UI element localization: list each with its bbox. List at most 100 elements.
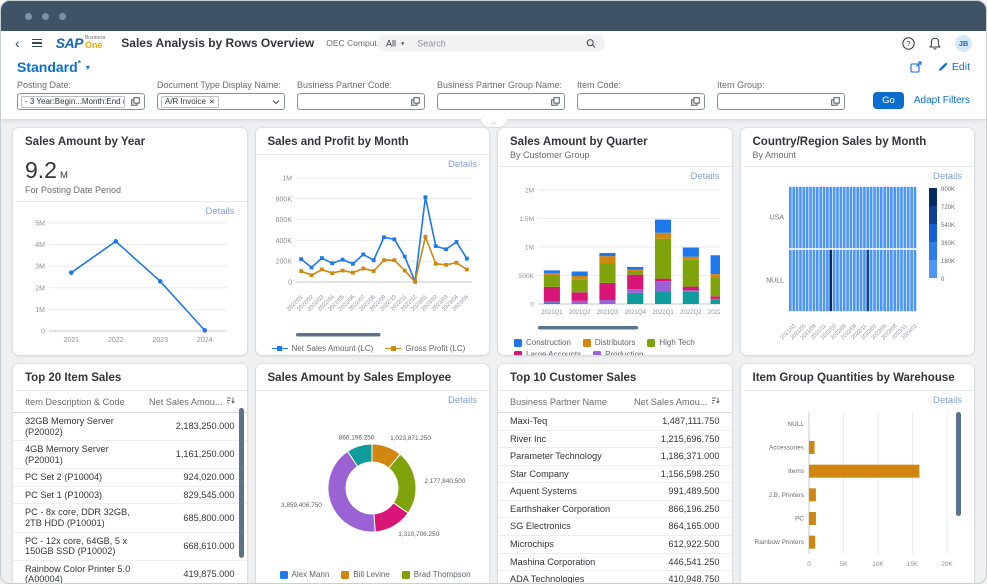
table-row[interactable]: Parameter Technology1,186,371.000 [498, 448, 732, 466]
menu-icon[interactable] [32, 39, 42, 47]
back-icon[interactable]: ‹ [15, 36, 20, 50]
filter-token[interactable]: A/R Invoice✕ [161, 96, 219, 108]
table-row[interactable]: 32GB Memory Server (P20002)2,183,250.000 [13, 413, 247, 441]
search-scope-select[interactable]: All [386, 38, 396, 48]
table-row[interactable]: Aquent Systems991,489.500 [498, 483, 732, 501]
filter-label: Business Partner Group Name: [437, 80, 565, 90]
line-marker-icon [272, 345, 288, 353]
table-row[interactable]: PC Set 1 (P10003)829,545.000 [13, 487, 247, 505]
table-row[interactable]: Maxi-Teq1,487,111.750 [498, 413, 732, 431]
legend-item[interactable]: Production [593, 350, 643, 355]
filter-label: Document Type Display Name: [157, 80, 285, 90]
help-icon[interactable]: ? [902, 37, 915, 50]
table-row[interactable]: Earthshaker Corporation866,196.250 [498, 501, 732, 519]
window-control-icon[interactable] [42, 13, 49, 20]
legend-swatch-icon [514, 351, 522, 356]
chevron-down-icon[interactable]: ▾ [86, 63, 90, 72]
value-help-icon[interactable] [411, 97, 420, 106]
table-row[interactable]: PC Set 2 (P10004)924,020.000 [13, 469, 247, 487]
item-sales-table: Item Description & CodeNet Sales Amou...… [13, 390, 247, 584]
card-title: Sales and Profit by Month [268, 136, 478, 148]
card-sales-amount-by-quarter: Sales Amount by Quarter By Customer Grou… [498, 128, 732, 355]
details-link[interactable]: Details [508, 168, 722, 182]
legend-item[interactable]: Bill Levine [341, 570, 389, 579]
user-avatar[interactable]: JB [955, 35, 972, 52]
svg-text:4M: 4M [35, 242, 45, 249]
table-row[interactable]: Microchips612,922.500 [498, 536, 732, 554]
value-help-icon[interactable] [691, 97, 700, 106]
chart-scrollbar[interactable] [296, 333, 380, 337]
svg-text:2021Q2: 2021Q2 [569, 310, 591, 316]
edit-button[interactable]: Edit [938, 61, 970, 73]
table-scrollbar[interactable] [239, 408, 244, 558]
table-row[interactable]: SG Electronics864,165.000 [498, 518, 732, 536]
window-control-icon[interactable] [25, 13, 32, 20]
details-link[interactable]: Details [266, 156, 480, 170]
filter-input[interactable]: A/R Invoice✕ [157, 93, 285, 110]
remove-token-icon[interactable]: ✕ [209, 98, 215, 106]
window-control-icon[interactable] [59, 13, 66, 20]
filter-input[interactable] [297, 93, 425, 110]
value-help-icon[interactable] [831, 97, 840, 106]
svg-text:2021Q4: 2021Q4 [625, 310, 647, 316]
window-titlebar [1, 1, 986, 31]
chart-legend: Construction Distributors High Tech Large A… [508, 337, 722, 355]
filter-token[interactable]: - 3 Year:Begin...Month:End (1/1/2021...✕ [21, 96, 125, 108]
table-row[interactable]: Rainbow Color Printer 5.0 (A00004)419,87… [13, 561, 247, 584]
adapt-filters-link[interactable]: Adapt Filters [914, 95, 970, 106]
card-subtitle: By Customer Group [510, 150, 720, 160]
notifications-bell-icon[interactable] [929, 37, 941, 50]
variant-selector[interactable]: Standard* [17, 59, 81, 75]
value-help-icon[interactable] [551, 97, 560, 106]
chevron-up-icon: ︿ [491, 119, 496, 126]
filter-fields: Posting Date:- 3 Year:Begin...Month:End … [17, 80, 845, 110]
chart-scrollbar[interactable] [956, 412, 961, 516]
chevron-down-icon[interactable]: ▾ [401, 39, 404, 47]
card-title: Country/Region Sales by Month [753, 136, 963, 148]
column-header[interactable]: Net Sales Amou... [633, 396, 720, 407]
svg-text:866,196.250: 866,196.250 [338, 434, 374, 441]
svg-text:3M: 3M [35, 264, 45, 271]
column-header[interactable]: Item Description & Code [25, 397, 148, 407]
chart-scrollbar[interactable] [538, 326, 638, 330]
legend-item[interactable]: High Tech [647, 338, 694, 347]
legend-item[interactable]: Construction [514, 338, 571, 347]
table-row[interactable]: ADA Technologies410,948.750 [498, 571, 732, 584]
table-row[interactable]: Star Company1,156,598.250 [498, 466, 732, 484]
legend-item[interactable]: Distributors [583, 338, 635, 347]
details-link[interactable]: Details [266, 392, 480, 406]
filter-input[interactable] [717, 93, 845, 110]
column-header[interactable]: Business Partner Name [510, 397, 633, 407]
legend-item[interactable]: Gross Profit (LC) [385, 344, 465, 353]
go-button[interactable]: Go [873, 92, 904, 109]
filter-input[interactable]: - 3 Year:Begin...Month:End (1/1/2021...✕ [17, 93, 145, 110]
global-search-input[interactable]: All ▾ Search [377, 35, 605, 52]
legend-item[interactable]: Brad Thompson [402, 570, 471, 579]
table-row[interactable]: PC - 12x core, 64GB, 5 x 150GB SSD (P100… [13, 533, 247, 561]
quarter-stacked-bar-chart: 0500K1M1.5M2M2021Q12021Q22021Q32021Q4202… [508, 182, 722, 337]
filter-input[interactable] [577, 93, 705, 110]
svg-text:1,023,871.250: 1,023,871.250 [390, 435, 431, 442]
legend-swatch-icon [341, 571, 349, 579]
legend-item[interactable]: Large Accounts [514, 350, 581, 355]
chart-legend: Net Sales Amount (LC) Gross Profit (LC) [266, 343, 480, 354]
share-icon[interactable] [910, 61, 922, 73]
value-help-icon[interactable] [131, 97, 140, 106]
svg-text:200K: 200K [275, 259, 292, 266]
legend-swatch-icon [583, 339, 591, 347]
details-link[interactable]: Details [751, 392, 965, 406]
svg-text:3,859,406.750: 3,859,406.750 [280, 502, 321, 509]
legend-item[interactable]: Alex Mann [280, 570, 330, 579]
filter-input[interactable] [437, 93, 565, 110]
table-row[interactable]: 4GB Memory Server (P20001)1,161,250.000 [13, 441, 247, 469]
column-header[interactable]: Net Sales Amou... [148, 396, 235, 407]
details-link[interactable]: Details [23, 203, 237, 217]
chevron-down-icon[interactable] [272, 99, 280, 105]
table-row[interactable]: River Inc1,215,696.750 [498, 431, 732, 449]
table-row[interactable]: PC - 8x core, DDR 32GB, 2TB HDD (P10001)… [13, 504, 247, 532]
legend-item[interactable]: Net Sales Amount (LC) [272, 344, 374, 353]
table-row[interactable]: Mashina Corporation446,541.250 [498, 554, 732, 572]
details-link[interactable]: Details [751, 168, 965, 182]
svg-text:0: 0 [530, 302, 534, 309]
search-icon[interactable] [586, 38, 596, 48]
